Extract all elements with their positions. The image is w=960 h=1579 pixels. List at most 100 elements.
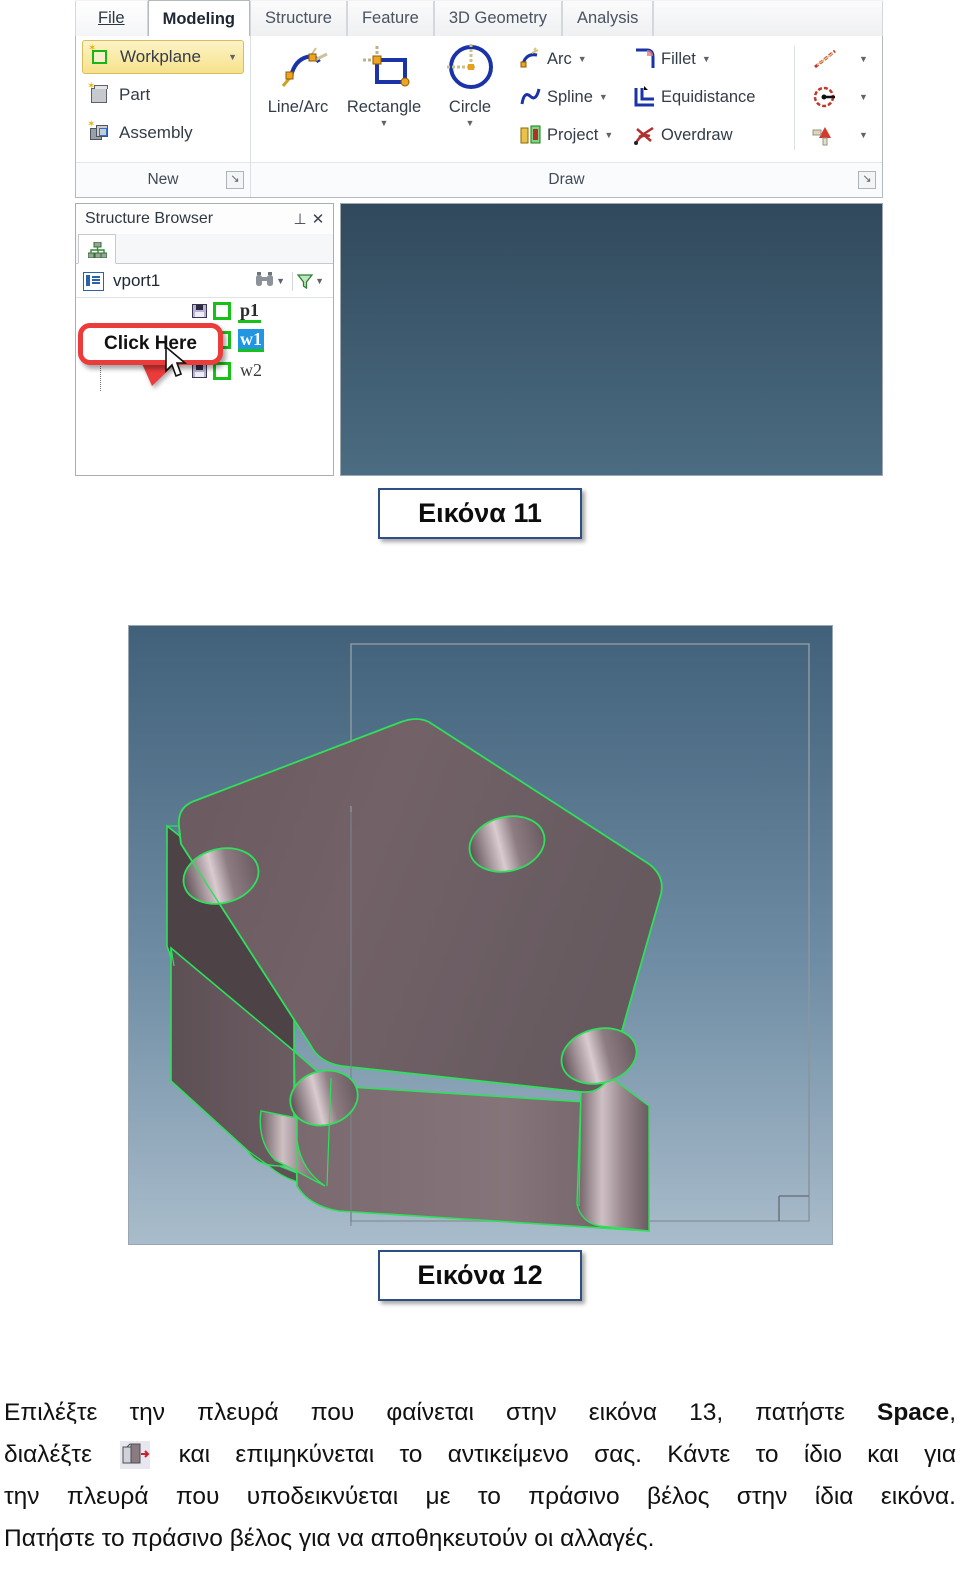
fillet-button[interactable]: Fillet ▼	[633, 44, 711, 74]
fillet-icon	[633, 47, 657, 71]
figure-caption-12: Εικόνα 12	[378, 1250, 582, 1301]
rectangle-icon	[341, 40, 427, 98]
figure-caption-11: Εικόνα 11	[378, 488, 582, 539]
new-assembly-label: Assembly	[119, 123, 193, 142]
overdraw-label: Overdraw	[661, 125, 733, 144]
point-marker-button[interactable]: ▼	[811, 120, 868, 150]
arc-button[interactable]: Arc ▼	[519, 44, 587, 74]
tab-modeling[interactable]: Modeling	[147, 0, 250, 36]
funnel-icon[interactable]	[296, 273, 314, 289]
chevron-down-icon[interactable]: ▼	[276, 276, 285, 286]
chevron-down-icon[interactable]: ▼	[859, 130, 868, 140]
chevron-down-icon[interactable]: ▼	[341, 118, 427, 128]
chevron-down-icon[interactable]: ▼	[315, 276, 324, 286]
arc-label: Arc	[547, 49, 572, 68]
instruction-line-2-part2: και επιμηκύνεται το αντικείμενο σας. Κάν…	[153, 1441, 956, 1468]
instruction-text-block: Επιλέξτε την πλευρά που φαίνεται στην ει…	[4, 1392, 956, 1560]
equidistance-label: Equidistance	[661, 87, 756, 106]
new-workplane-label: Workplane	[120, 47, 201, 66]
new-assembly-button[interactable]: ✶ Assembly	[82, 116, 199, 150]
group-divider	[794, 46, 795, 150]
chevron-down-icon[interactable]: ▼	[222, 52, 237, 62]
chevron-down-icon[interactable]: ▼	[427, 118, 513, 128]
new-group-dialog-launcher-icon[interactable]: ↘	[226, 171, 244, 189]
vport-label: vport1	[113, 271, 161, 290]
cad-viewport-empty[interactable]	[340, 203, 883, 476]
construction-circle-button[interactable]: ▼	[811, 82, 868, 112]
extrude-icon	[120, 1441, 151, 1469]
equidistance-button[interactable]: Equidistance	[633, 82, 755, 112]
tab-3d-geometry-label: 3D Geometry	[448, 9, 547, 27]
toolbar-divider	[292, 271, 294, 291]
chevron-down-icon[interactable]: ▼	[702, 54, 711, 64]
part-cube-icon: ✶	[87, 82, 110, 106]
tree-structure-icon	[87, 241, 108, 259]
visibility-checkbox[interactable]	[213, 302, 231, 320]
chevron-down-icon[interactable]: ▼	[859, 92, 868, 102]
figure-caption-12-text: Εικόνα 12	[417, 1260, 543, 1290]
structure-browser-title: Structure Browser	[85, 210, 214, 227]
instruction-line-3: την πλευρά που υποδεικνύεται με το πράσι…	[4, 1483, 956, 1510]
structure-tree: p1 w1 w2 Click Here	[76, 298, 333, 475]
tab-feature[interactable]: Feature	[346, 1, 434, 36]
viewport-icon	[83, 271, 104, 291]
tab-analysis[interactable]: Analysis	[561, 1, 654, 36]
project-button[interactable]: Project ▼	[519, 120, 613, 150]
workplane-corner-mark	[778, 1195, 809, 1221]
project-icon	[519, 123, 543, 147]
new-workplane-button[interactable]: ✶ Workplane ▼	[82, 40, 244, 74]
tab-structure-label: Structure	[265, 9, 332, 27]
ribbon-tab-strip: File Modeling Structure Feature 3D Geome…	[75, 0, 883, 37]
instruction-line-4: Πατήστε το πράσινο βέλος για να αποθηκευ…	[4, 1525, 655, 1552]
construction-line-icon	[811, 47, 841, 71]
instruction-line-1-part1: Επιλέξτε την πλευρά που φαίνεται στην ει…	[4, 1399, 877, 1426]
spline-label: Spline	[547, 87, 593, 106]
line-arc-icon	[255, 40, 341, 98]
ribbon-group-draw-content: Line/Arc Rectangle ▼ Circle ▼ Arc ▼ Spli…	[251, 36, 882, 161]
line-arc-button[interactable]: Line/Arc	[255, 40, 341, 117]
structure-browser-toolbar: vport1 ▼ ▼	[76, 265, 333, 298]
equidistance-icon	[633, 85, 657, 109]
structure-browser-panel: Structure Browser ⊥ ✕ vport1 ▼ ▼ p1 w1 w…	[75, 203, 334, 476]
construction-line-button[interactable]: ▼	[811, 44, 868, 74]
overdraw-icon	[633, 123, 657, 147]
pin-icon[interactable]: ⊥	[291, 210, 309, 228]
new-part-button[interactable]: ✶ Part	[82, 78, 156, 112]
mouse-cursor-icon	[164, 345, 190, 380]
binoculars-icon[interactable]	[255, 271, 274, 291]
tab-file-label: File	[98, 9, 125, 27]
application-lower-area: Structure Browser ⊥ ✕ vport1 ▼ ▼ p1 w1 w…	[75, 203, 883, 478]
model-right-rounded-face	[576, 1074, 650, 1232]
circle-label: Circle	[448, 98, 492, 116]
tree-row-p1[interactable]: p1	[192, 298, 262, 324]
keyboard-key-space: Space	[877, 1399, 950, 1426]
spline-button[interactable]: Spline ▼	[519, 82, 608, 112]
chevron-down-icon[interactable]: ▼	[578, 54, 587, 64]
save-icon	[192, 364, 207, 378]
save-icon	[192, 304, 207, 318]
instruction-line-2-part1: διαλέξτε	[4, 1441, 118, 1468]
overdraw-button[interactable]: Overdraw	[633, 120, 733, 150]
instruction-line-1-part2: ,	[949, 1399, 956, 1426]
tab-structure-tree[interactable]	[78, 234, 116, 264]
close-icon[interactable]: ✕	[309, 210, 327, 228]
draw-group-dialog-launcher-icon[interactable]: ↘	[858, 171, 876, 189]
tree-node-label: w2	[240, 359, 262, 380]
tab-3d-geometry[interactable]: 3D Geometry	[433, 1, 562, 36]
arc-icon	[519, 47, 543, 71]
tree-node-label: p1	[238, 300, 262, 323]
chevron-down-icon[interactable]: ▼	[859, 54, 868, 64]
model-render	[166, 643, 810, 1232]
tab-file[interactable]: File	[75, 1, 148, 36]
ribbon-group-new-title: New	[76, 162, 250, 197]
new-part-label: Part	[119, 85, 151, 104]
chevron-down-icon[interactable]: ▼	[599, 92, 608, 102]
chevron-down-icon[interactable]: ▼	[604, 130, 613, 140]
circle-button[interactable]: Circle ▼	[427, 40, 513, 128]
tab-analysis-label: Analysis	[576, 9, 639, 27]
tab-feature-label: Feature	[361, 9, 419, 27]
structure-browser-titlebar: Structure Browser ⊥ ✕	[76, 204, 333, 234]
rectangle-label: Rectangle	[346, 98, 422, 116]
rectangle-button[interactable]: Rectangle ▼	[341, 40, 427, 128]
tab-structure[interactable]: Structure	[250, 1, 347, 36]
